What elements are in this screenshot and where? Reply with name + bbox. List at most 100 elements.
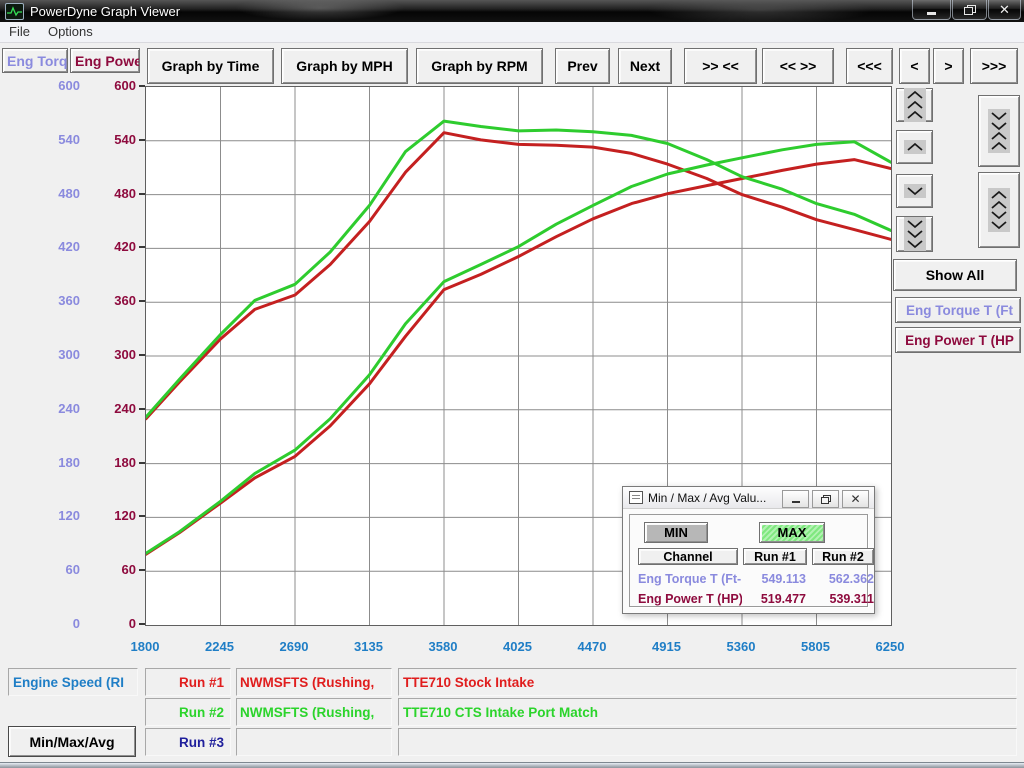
prev-button[interactable]: Prev bbox=[555, 48, 610, 84]
close-icon: ✕ bbox=[999, 3, 1010, 16]
close-icon: ✕ bbox=[850, 493, 860, 505]
menu-item-options[interactable]: Options bbox=[39, 22, 102, 42]
x-axis-channel-button[interactable]: Engine Speed (RI bbox=[8, 668, 138, 696]
pan-right-fast-button[interactable]: >>> bbox=[970, 48, 1018, 84]
x-tick-label: 6250 bbox=[858, 639, 922, 654]
power-ytick-label: 540 bbox=[86, 132, 136, 148]
minmax-row: Eng Torque T (Ft-549.113562.362 bbox=[638, 572, 865, 588]
x-tick-label: 5360 bbox=[709, 639, 773, 654]
minmax-restore-button[interactable] bbox=[812, 490, 839, 508]
minmax-row: Eng Power T (HP)519.477539.311 bbox=[638, 592, 865, 608]
scale-up-button[interactable] bbox=[896, 130, 933, 164]
window-title: PowerDyne Graph Viewer bbox=[30, 4, 180, 19]
x-tick-label: 4025 bbox=[486, 639, 550, 654]
multi-chevron-icon bbox=[988, 188, 1010, 232]
minmax-run1-value: 519.477 bbox=[740, 592, 806, 606]
x-tick-label: 3580 bbox=[411, 639, 475, 654]
minmax-values-window[interactable]: Min / Max / Avg Valu... ✕ MIN MAX Channe… bbox=[622, 486, 875, 614]
max-button[interactable]: MAX bbox=[759, 522, 825, 543]
minmax-channel-label: Eng Torque T (Ft- bbox=[638, 572, 742, 586]
run-file-2[interactable]: NWMSFTS (Rushing, bbox=[236, 698, 392, 726]
minmax-run2-value: 539.311 bbox=[810, 592, 874, 606]
close-button[interactable]: ✕ bbox=[988, 0, 1021, 20]
zoom-out-x-button[interactable]: << >> bbox=[762, 48, 834, 84]
minmax-run2-value: 562.362 bbox=[810, 572, 874, 586]
torque-ytick-label: 540 bbox=[28, 132, 80, 148]
zoom-in-x-button[interactable]: >> << bbox=[684, 48, 757, 84]
power-ytick-label: 60 bbox=[86, 562, 136, 578]
torque-ytick-label: 360 bbox=[28, 293, 80, 309]
x-tick-label: 2690 bbox=[262, 639, 326, 654]
torque-ytick-label: 0 bbox=[28, 616, 80, 632]
minmax-channel-label: Eng Power T (HP) bbox=[638, 592, 742, 606]
power-ytick-label: 420 bbox=[86, 239, 136, 255]
power-ytick-label: 120 bbox=[86, 508, 136, 524]
compress-y-scale-button[interactable] bbox=[978, 95, 1020, 167]
graph-by-mph-button[interactable]: Graph by MPH bbox=[281, 48, 408, 84]
title-bar: PowerDyne Graph Viewer ✕ bbox=[0, 0, 1024, 22]
torque-ytick-label: 420 bbox=[28, 239, 80, 255]
torque-ytick-label: 180 bbox=[28, 455, 80, 471]
x-tick-label: 2245 bbox=[188, 639, 252, 654]
power-ytick-label: 240 bbox=[86, 401, 136, 417]
x-tick-label: 4470 bbox=[560, 639, 624, 654]
minmax-minimize-button[interactable] bbox=[782, 490, 809, 508]
window-bottom-frame bbox=[0, 762, 1024, 768]
menu-item-file[interactable]: File bbox=[0, 22, 39, 42]
power-ytick-label: 480 bbox=[86, 186, 136, 202]
run-file-3[interactable] bbox=[236, 728, 392, 756]
x-tick-label: 4915 bbox=[635, 639, 699, 654]
graph-by-time-button[interactable]: Graph by Time bbox=[147, 48, 274, 84]
min-button[interactable]: MIN bbox=[644, 522, 708, 543]
torque-ytick-label: 240 bbox=[28, 401, 80, 417]
chevron-icon bbox=[904, 184, 926, 198]
x-tick-label: 3135 bbox=[337, 639, 401, 654]
minimize-icon bbox=[927, 12, 936, 15]
scale-down-button[interactable] bbox=[896, 174, 933, 208]
expand-y-scale-button[interactable] bbox=[978, 172, 1020, 248]
show-all-button[interactable]: Show All bbox=[893, 259, 1017, 291]
minmax-window-titlebar[interactable]: Min / Max / Avg Valu... ✕ bbox=[623, 487, 874, 509]
column-header-run1[interactable]: Run #1 bbox=[743, 548, 807, 565]
x-tick-label: 5805 bbox=[784, 639, 848, 654]
minimize-icon bbox=[792, 501, 800, 503]
power-ytick-label: 600 bbox=[86, 78, 136, 94]
power-ytick-label: 180 bbox=[86, 455, 136, 471]
power-ytick-label: 300 bbox=[86, 347, 136, 363]
torque-axis-button[interactable]: Eng Torq bbox=[2, 48, 68, 73]
multi-chevron-icon bbox=[904, 217, 926, 251]
chevron-icon bbox=[904, 140, 926, 154]
graph-by-rpm-button[interactable]: Graph by RPM bbox=[416, 48, 543, 84]
restore-icon bbox=[821, 495, 831, 504]
power-ytick-label: 360 bbox=[86, 293, 136, 309]
document-icon bbox=[629, 491, 643, 504]
pan-left-fast-button[interactable]: <<< bbox=[846, 48, 893, 84]
power-ytick-label: 0 bbox=[86, 616, 136, 632]
next-button[interactable]: Next bbox=[618, 48, 672, 84]
run-label-3: Run #3 bbox=[145, 728, 231, 756]
run-description-2[interactable]: TTE710 CTS Intake Port Match bbox=[398, 698, 1017, 726]
minimize-button[interactable] bbox=[912, 0, 951, 20]
run-description-3[interactable] bbox=[398, 728, 1017, 756]
channel-button-torque[interactable]: Eng Torque T (Ft bbox=[895, 297, 1021, 323]
run-file-1[interactable]: NWMSFTS (Rushing, bbox=[236, 668, 392, 696]
power-axis-button[interactable]: Eng Powe bbox=[70, 48, 140, 73]
pan-right-button[interactable]: > bbox=[933, 48, 964, 84]
torque-ytick-label: 300 bbox=[28, 347, 80, 363]
x-tick-label: 1800 bbox=[113, 639, 177, 654]
minmax-close-button[interactable]: ✕ bbox=[842, 490, 869, 508]
run-description-1[interactable]: TTE710 Stock Intake bbox=[398, 668, 1017, 696]
minmax-window-title: Min / Max / Avg Valu... bbox=[648, 491, 766, 505]
minmax-window-body: MIN MAX Channel Run #1 Run #2 Eng Torque… bbox=[629, 514, 868, 607]
torque-ytick-label: 120 bbox=[28, 508, 80, 524]
column-header-channel[interactable]: Channel bbox=[638, 548, 738, 565]
minmax-run1-value: 549.113 bbox=[740, 572, 806, 586]
pan-left-button[interactable]: < bbox=[899, 48, 930, 84]
restore-button[interactable] bbox=[952, 0, 987, 20]
scale-down-fast-button[interactable] bbox=[896, 216, 933, 252]
scale-up-fast-button[interactable] bbox=[896, 88, 933, 122]
channel-button-power[interactable]: Eng Power T (HP bbox=[895, 327, 1021, 353]
torque-ytick-label: 480 bbox=[28, 186, 80, 202]
minmaxavg-button[interactable]: Min/Max/Avg bbox=[8, 726, 136, 757]
column-header-run2[interactable]: Run #2 bbox=[812, 548, 874, 565]
